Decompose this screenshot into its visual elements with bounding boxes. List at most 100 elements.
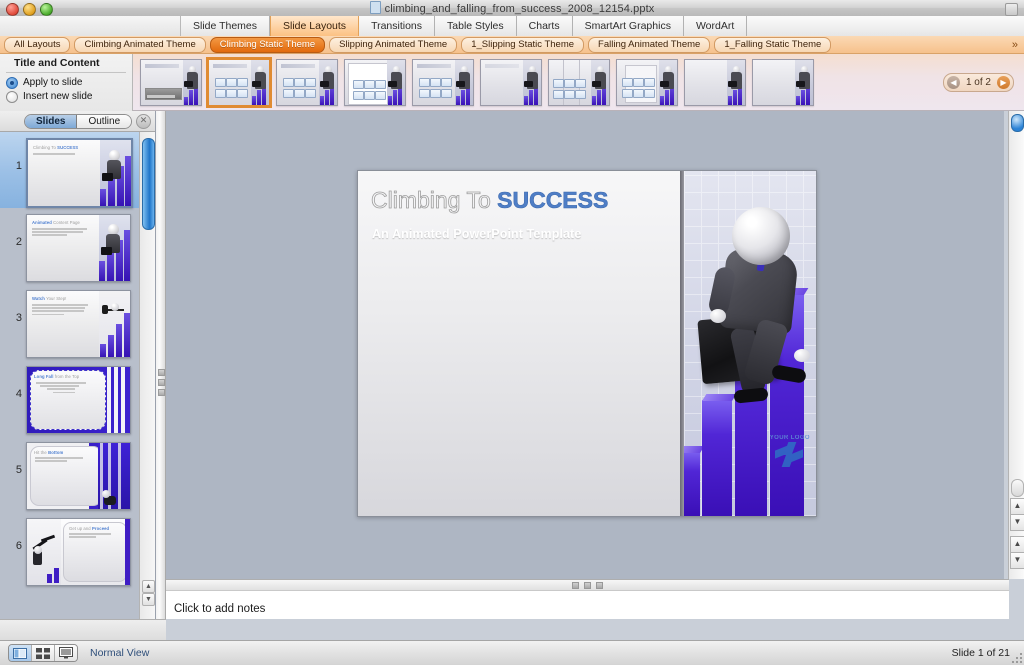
logo-watermark-text: YOUR LOGO (769, 435, 810, 441)
insert-new-slide-radio[interactable] (6, 90, 18, 103)
maximize-window-button[interactable] (40, 3, 53, 16)
slide-thumbnail[interactable]: Get up and Proceed (26, 518, 131, 586)
slide-thumbnail[interactable]: Watch Your Step! (26, 290, 131, 358)
list-item[interactable]: 4 Long Fall from the Top (0, 360, 141, 436)
slide-sorter-button[interactable] (32, 645, 55, 661)
chip-climbing-animated-theme[interactable]: Climbing Animated Theme (74, 36, 206, 53)
list-item[interactable]: 6 Get up and Proceed (0, 512, 141, 588)
tab-slide-themes[interactable]: Slide Themes (181, 16, 271, 36)
thumb-body (753, 59, 797, 105)
layout-thumb-blank[interactable] (548, 58, 610, 106)
logo-watermark: YOUR LOGO (770, 435, 810, 468)
slides-scroll-up-button[interactable]: ▲ (142, 580, 155, 593)
slide-thumbnail[interactable]: Climbing To SUCCESS (26, 138, 133, 208)
slide-thumbnail[interactable]: Animated Content Page (26, 214, 131, 282)
layout-thumb-picture-with-caption[interactable] (684, 58, 746, 106)
slide-thumbnail[interactable]: Hit the Bottom (26, 442, 131, 510)
window-title-text: climbing_and_falling_from_success_2008_1… (384, 3, 655, 15)
layout-name-label: Title and Content (14, 56, 100, 69)
list-item[interactable]: 1 Climbing To SUCCESS (0, 132, 141, 208)
resize-grip-icon[interactable] (1010, 651, 1022, 663)
next-slide-button[interactable]: ▼ (1010, 552, 1024, 569)
chip-1-slipping-static-theme[interactable]: 1_Slipping Static Theme (461, 36, 585, 53)
panel-splitter[interactable] (156, 111, 166, 619)
slide-number: 3 (15, 312, 22, 324)
status-bar: Normal View Slide 1 of 21 (0, 640, 1024, 665)
tab-slide-layouts[interactable]: Slide Layouts (270, 16, 360, 36)
slides-panel-scrollbar[interactable]: ▲ ▼ (139, 132, 155, 619)
insert-new-slide-option[interactable]: Insert new slide (6, 90, 92, 103)
layout-thumb-title-slide[interactable] (140, 58, 202, 106)
window-controls[interactable] (6, 3, 53, 16)
previous-slide-button[interactable]: ▲ (1010, 536, 1024, 553)
normal-view-button[interactable] (9, 645, 32, 661)
view-mode-buttons[interactable] (8, 644, 78, 662)
layout-thumb-title-only[interactable] (480, 58, 542, 106)
thumb-person-briefcase (456, 80, 465, 87)
tab-transitions[interactable]: Transitions (359, 16, 436, 36)
chip-slipping-animated-theme[interactable]: Slipping Animated Theme (329, 36, 458, 53)
thumb-subtitle (32, 228, 90, 238)
apply-to-slide-radio[interactable] (6, 76, 18, 89)
thumb-subtitle (33, 153, 91, 156)
person-hand-right (794, 349, 810, 362)
slide-text-area[interactable]: Climbing To SUCCESS An Animated PowerPoi… (358, 171, 680, 516)
slide-canvas[interactable]: Climbing To SUCCESS An Animated PowerPoi… (166, 111, 1004, 579)
layout-thumb-title-and-content[interactable] (206, 56, 272, 108)
person-head (732, 207, 790, 265)
slide-thumbnail[interactable]: Long Fall from the Top (26, 366, 131, 434)
thumb-image-area (251, 59, 269, 105)
close-icon[interactable]: ✕ (136, 113, 151, 129)
current-slide[interactable]: Climbing To SUCCESS An Animated PowerPoi… (357, 170, 817, 517)
chip-climbing-static-theme[interactable]: Climbing Static Theme (209, 36, 326, 53)
slides-outline-segmented-control[interactable]: Slides Outline (24, 113, 133, 129)
canvas-scrollbar-thumb[interactable] (1011, 114, 1024, 132)
thumb-body (549, 59, 593, 105)
layout-thumb-comparison[interactable] (412, 58, 474, 106)
slideshow-button[interactable] (55, 645, 77, 661)
slides-panel: Slides Outline ✕ 1 Climbing To SUCCESS 2… (0, 111, 156, 619)
thumb-subtitle (35, 457, 87, 463)
layout-thumb-section-header[interactable] (276, 58, 338, 106)
divider (6, 71, 126, 73)
chips-overflow-icon[interactable]: » (1012, 39, 1020, 51)
thumb-subtitle (32, 304, 90, 317)
canvas-scrollbar[interactable]: ▲ ▼ ▲ ▼ (1008, 111, 1024, 579)
gallery-prev-button[interactable]: ◀ (946, 75, 960, 89)
slide-image-area[interactable]: YOUR LOGO (684, 171, 816, 516)
scroll-down-button[interactable]: ▼ (1010, 514, 1024, 531)
layout-thumb-two-content[interactable] (344, 58, 406, 106)
thumb-person-briefcase (592, 80, 601, 87)
tab-smartart-graphics[interactable]: SmartArt Graphics (572, 16, 684, 36)
slide-title[interactable]: Climbing To SUCCESS (371, 187, 609, 214)
layout-thumb-content-with-caption[interactable] (616, 58, 678, 106)
toolbar-toggle-button[interactable] (1005, 3, 1018, 16)
tab-slides[interactable]: Slides (25, 114, 78, 128)
ribbon-tab-spacer (0, 16, 181, 36)
tab-wordart[interactable]: WordArt (683, 16, 748, 36)
slide-counter-label: Slide 1 of 21 (951, 647, 1010, 659)
chip-all-layouts[interactable]: All Layouts (4, 36, 71, 53)
slide-subtitle[interactable]: An Animated PowerPoint Template (372, 227, 581, 241)
tab-table-styles[interactable]: Table Styles (435, 16, 517, 36)
slides-scroll-down-button[interactable]: ▼ (142, 593, 155, 606)
slide-thumbnail-list[interactable]: 1 Climbing To SUCCESS 2 Animated Content… (0, 132, 141, 619)
list-item[interactable]: 3 Watch Your Step! (0, 284, 141, 360)
list-item[interactable]: 5 Hit the Bottom (0, 436, 141, 512)
list-item[interactable]: 2 Animated Content Page (0, 208, 141, 284)
close-window-button[interactable] (6, 3, 19, 16)
notes-pane[interactable]: Click to add notes (166, 590, 1009, 619)
minimize-window-button[interactable] (23, 3, 36, 16)
thumb-person-briefcase (102, 173, 113, 181)
gallery-next-button[interactable]: ▶ (997, 75, 1010, 89)
scroll-up-button[interactable]: ▲ (1010, 498, 1024, 515)
apply-to-slide-option[interactable]: Apply to slide (6, 76, 82, 89)
slides-scrollbar-thumb[interactable] (142, 138, 155, 230)
layout-thumb-vertical-title[interactable] (752, 58, 814, 106)
tab-outline[interactable]: Outline (77, 114, 132, 128)
thumb-subtitle (36, 382, 91, 395)
thumb-image-area (795, 59, 813, 105)
chip-falling-animated-theme[interactable]: Falling Animated Theme (588, 36, 711, 53)
chip-1-falling-static-theme[interactable]: 1_Falling Static Theme (714, 36, 832, 53)
tab-charts[interactable]: Charts (516, 16, 573, 36)
